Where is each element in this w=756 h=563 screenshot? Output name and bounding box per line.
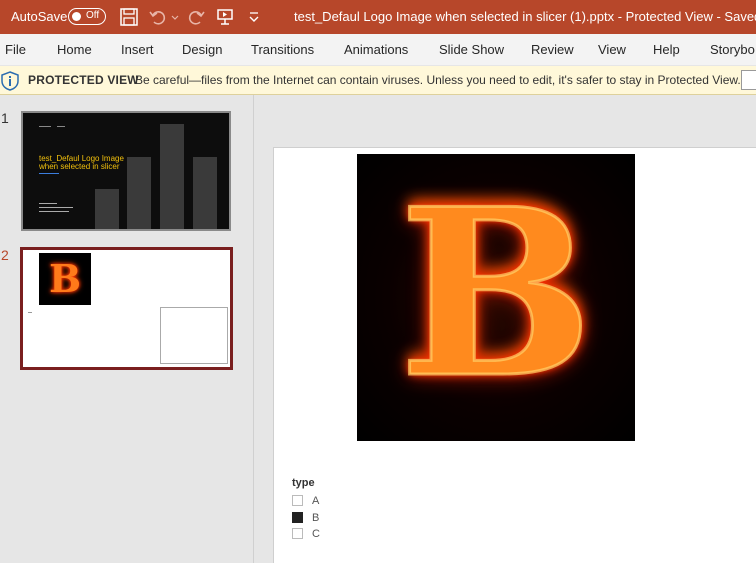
- slicer-checkbox[interactable]: [292, 528, 303, 539]
- slicer-checkbox[interactable]: [292, 495, 303, 506]
- undo-dropdown-icon[interactable]: [170, 7, 180, 27]
- protected-view-bar: PROTECTED VIEW Be careful—files from the…: [0, 66, 756, 95]
- thumb-bar: [193, 157, 217, 229]
- tab-help[interactable]: Help: [653, 42, 680, 57]
- tab-view[interactable]: View: [598, 42, 626, 57]
- protected-view-message: Be careful—files from the Internet can c…: [135, 73, 741, 87]
- thumb-text-line: [39, 207, 73, 208]
- thumb-bar: [160, 124, 184, 229]
- thumb-bar: [95, 189, 119, 229]
- tab-review[interactable]: Review: [531, 42, 574, 57]
- autosave-label: AutoSave: [11, 9, 68, 24]
- save-icon[interactable]: [119, 7, 139, 27]
- document-title: test_Defaul Logo Image when selected in …: [294, 9, 756, 24]
- slicer-title: type: [292, 477, 315, 489]
- autosave-toggle-state: Off: [86, 10, 100, 21]
- thumb-fire-letter: B: [48, 256, 82, 301]
- slicer-item-label: A: [312, 495, 320, 507]
- slicer-item-b[interactable]: B: [292, 512, 319, 524]
- present-from-start-icon[interactable]: [215, 7, 235, 27]
- redo-icon[interactable]: [186, 7, 206, 27]
- slicer-item-a[interactable]: A: [292, 495, 319, 507]
- protected-view-title: PROTECTED VIEW: [28, 73, 139, 87]
- ribbon-tabs: File Home Insert Design Transitions Anim…: [0, 34, 756, 65]
- autosave-toggle[interactable]: Off: [68, 8, 106, 25]
- thumb-logo-text: [57, 126, 65, 127]
- tab-design[interactable]: Design: [182, 42, 222, 57]
- slide-thumbnail-1[interactable]: test_Defaul Logo Image when selected in …: [21, 111, 231, 231]
- title-bar: AutoSave Off test_Defaul Logo Image when…: [0, 0, 756, 34]
- slide-thumbnail-pane: 1 test_Defaul Logo Image when selected i…: [0, 95, 254, 563]
- thumb-slicer: [28, 312, 32, 320]
- shield-info-icon: [1, 71, 19, 91]
- tab-insert[interactable]: Insert: [121, 42, 154, 57]
- thumb-placeholder-box: [160, 307, 228, 364]
- customize-toolbar-icon[interactable]: [246, 7, 262, 27]
- thumb-title: test_Defaul Logo Image when selected in …: [39, 154, 124, 171]
- thumb-text-line: [39, 211, 69, 212]
- slicer-item-label: B: [312, 512, 320, 524]
- slide-number-2: 2: [1, 247, 9, 263]
- toggle-knob: [72, 12, 81, 21]
- tab-slide-show[interactable]: Slide Show: [439, 42, 504, 57]
- slicer-item-c[interactable]: C: [292, 528, 320, 540]
- thumb-link: [39, 173, 59, 174]
- undo-icon[interactable]: [148, 7, 168, 27]
- thumb-text-line: [39, 203, 57, 204]
- slicer-item-label: C: [312, 528, 320, 540]
- tab-home[interactable]: Home: [57, 42, 92, 57]
- tab-animations[interactable]: Animations: [344, 42, 408, 57]
- tab-storyboarding[interactable]: Storybo: [710, 42, 755, 57]
- tab-file[interactable]: File: [5, 42, 26, 57]
- tab-transitions[interactable]: Transitions: [251, 42, 314, 57]
- slide-number-1: 1: [1, 110, 9, 126]
- slicer-checkbox[interactable]: [292, 512, 303, 523]
- enable-editing-button[interactable]: [741, 70, 756, 90]
- fire-letter-image[interactable]: B B: [357, 154, 635, 441]
- fire-letter-highlight: B: [397, 159, 594, 429]
- slide-thumbnail-2[interactable]: B: [20, 247, 233, 370]
- thumb-logo: [39, 126, 51, 127]
